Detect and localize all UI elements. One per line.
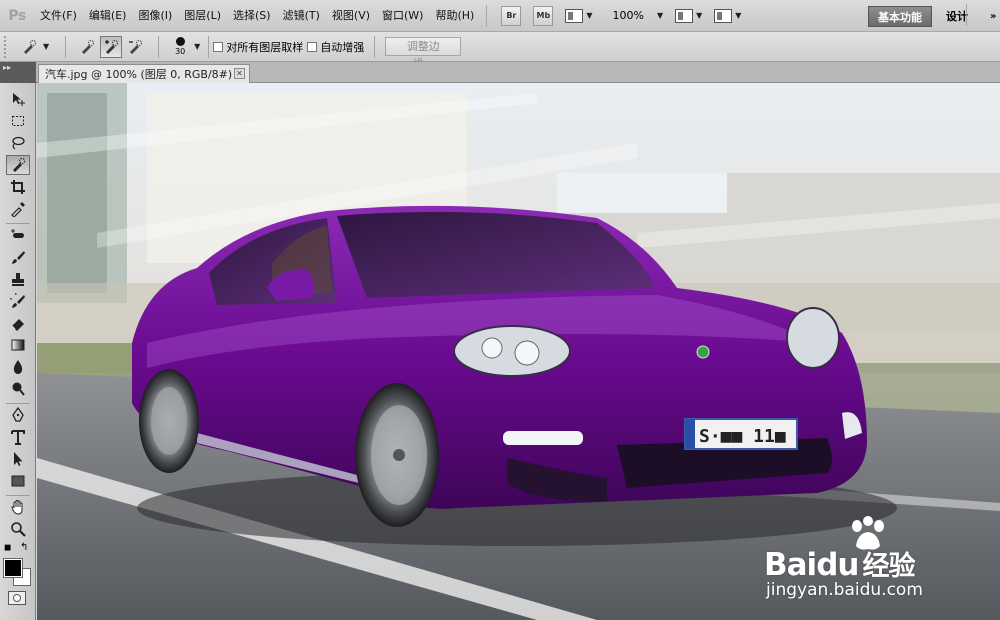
menu-filter[interactable]: 滤镜(T) (277, 0, 326, 32)
default-colors-icon[interactable]: ◼ (4, 543, 11, 553)
chevron-down-icon: ▼ (43, 42, 50, 51)
swap-colors-icon[interactable]: ↰ (20, 542, 28, 553)
clone-stamp-icon[interactable] (6, 269, 30, 289)
sample-all-layers-label: 对所有图层取样 (226, 40, 304, 54)
watermark-brand: Baidu 经验 (764, 544, 915, 583)
document-tab[interactable]: 汽车.jpg @ 100% (图层 0, RGB/8#) * ✕ (38, 64, 250, 83)
new-selection-icon[interactable] (76, 36, 98, 58)
brush-icon[interactable] (6, 247, 30, 267)
dodge-icon[interactable] (6, 379, 30, 399)
toolbox-divider (6, 223, 30, 224)
toolbox: ◼ ↰ (0, 83, 36, 620)
path-selection-icon[interactable] (6, 449, 30, 469)
menu-view[interactable]: 视图(V) (326, 0, 376, 32)
hand-icon[interactable] (6, 497, 30, 517)
menu-divider (486, 4, 488, 27)
zoom-level[interactable]: 100% (613, 9, 644, 22)
view-extras-icon[interactable] (565, 8, 584, 23)
menu-help[interactable]: 帮助(H) (429, 0, 480, 32)
sample-all-layers-checkbox[interactable]: 对所有图层取样 (213, 39, 303, 55)
options-divider (966, 4, 967, 26)
options-divider (374, 35, 376, 58)
brush-size-picker[interactable]: 30 (169, 37, 191, 56)
gradient-icon[interactable] (6, 335, 30, 355)
screen-mode-icon[interactable] (714, 8, 733, 23)
chevron-down-icon[interactable]: ▼ (696, 11, 702, 20)
options-divider (158, 35, 160, 58)
type-icon[interactable] (6, 427, 30, 447)
watermark-url: jingyan.baidu.com (766, 580, 923, 600)
document-tab-bar: ▸▸ 汽车.jpg @ 100% (图层 0, RGB/8#) * ✕ (0, 62, 1000, 83)
options-bar: ▼ 30 ▼ 对所有图层取样 自动增强 调整边缘... (0, 32, 1000, 70)
chevron-down-icon[interactable]: ▼ (586, 11, 592, 20)
blur-icon[interactable] (6, 357, 30, 377)
options-grip[interactable] (4, 35, 12, 58)
toolbox-divider (6, 403, 30, 404)
workspace-more-button[interactable]: » (982, 6, 1000, 27)
eyedropper-icon[interactable] (6, 199, 30, 219)
rectangle-icon[interactable] (6, 471, 30, 491)
brush-size-value: 30 (175, 47, 186, 56)
document-canvas[interactable]: S·■■ 11■ Baidu 经验 jingyan.baidu.com (37, 83, 1000, 620)
menu-window[interactable]: 窗口(W) (376, 0, 429, 32)
refine-edge-button[interactable]: 调整边缘... (385, 37, 462, 70)
checkbox-box[interactable] (307, 41, 318, 52)
chevron-down-icon[interactable]: ▼ (735, 11, 741, 20)
watermark-brand-bai: Bai (764, 547, 817, 583)
mini-bridge-button[interactable]: Mb (533, 5, 554, 26)
menu-edit[interactable]: 编辑(E) (83, 0, 133, 32)
baidu-jingyan-watermark: Baidu 经验 jingyan.baidu.com (764, 516, 964, 606)
workspace-design-button[interactable]: 设计 (938, 6, 976, 27)
app-logo: Ps (8, 7, 26, 24)
quick-mask-icon[interactable] (8, 591, 26, 605)
watermark-brand-cn: 经验 (862, 551, 915, 582)
license-plate-text: S·■■ 11■ (699, 426, 786, 447)
workspace-essentials-button[interactable]: 基本功能 (868, 6, 932, 27)
subtract-from-selection-icon[interactable] (124, 36, 146, 58)
checkbox-box[interactable] (213, 41, 224, 52)
history-brush-icon[interactable] (6, 291, 30, 311)
toolbox-divider (6, 495, 30, 496)
eraser-icon[interactable] (6, 313, 30, 333)
quick-selection-icon[interactable] (6, 155, 30, 175)
close-icon[interactable]: ✕ (234, 68, 245, 79)
auto-enhance-label: 自动增强 (320, 40, 365, 54)
toolbox-collapse-button[interactable]: ▸▸ (0, 62, 36, 83)
document-tab-title: 汽车.jpg @ 100% (图层 0, RGB/8#) * (45, 68, 242, 81)
marquee-icon[interactable] (6, 111, 30, 131)
menu-file[interactable]: 文件(F) (34, 0, 83, 32)
brush-tip-icon (175, 37, 185, 46)
menu-select[interactable]: 选择(S) (227, 0, 277, 32)
chevron-down-icon[interactable]: ▼ (657, 11, 663, 20)
options-divider (65, 35, 67, 58)
pen-icon[interactable] (6, 405, 30, 425)
zoom-icon[interactable] (6, 519, 30, 539)
auto-enhance-checkbox[interactable]: 自动增强 (307, 39, 364, 55)
menu-layer[interactable]: 图层(L) (178, 0, 227, 32)
crop-icon[interactable] (6, 177, 30, 197)
menu-bar: Ps 文件(F) 编辑(E) 图像(I) 图层(L) 选择(S) 滤镜(T) 视… (0, 0, 1000, 32)
add-to-selection-icon[interactable] (100, 35, 123, 58)
quick-mask-circle (13, 594, 21, 602)
lasso-icon[interactable] (6, 133, 30, 153)
move-icon[interactable] (6, 89, 30, 109)
quick-selection-icon (18, 36, 40, 58)
foreground-color-swatch[interactable] (3, 558, 23, 578)
arrange-documents-icon[interactable] (675, 8, 694, 23)
tool-preset-picker[interactable]: ▼ (18, 36, 55, 58)
chevron-down-icon[interactable]: ▼ (194, 42, 200, 51)
options-divider (208, 35, 210, 58)
spot-healing-icon[interactable] (6, 225, 30, 245)
menu-image[interactable]: 图像(I) (132, 0, 178, 32)
bridge-button[interactable]: Br (501, 5, 522, 26)
watermark-brand-du: du (816, 547, 859, 583)
